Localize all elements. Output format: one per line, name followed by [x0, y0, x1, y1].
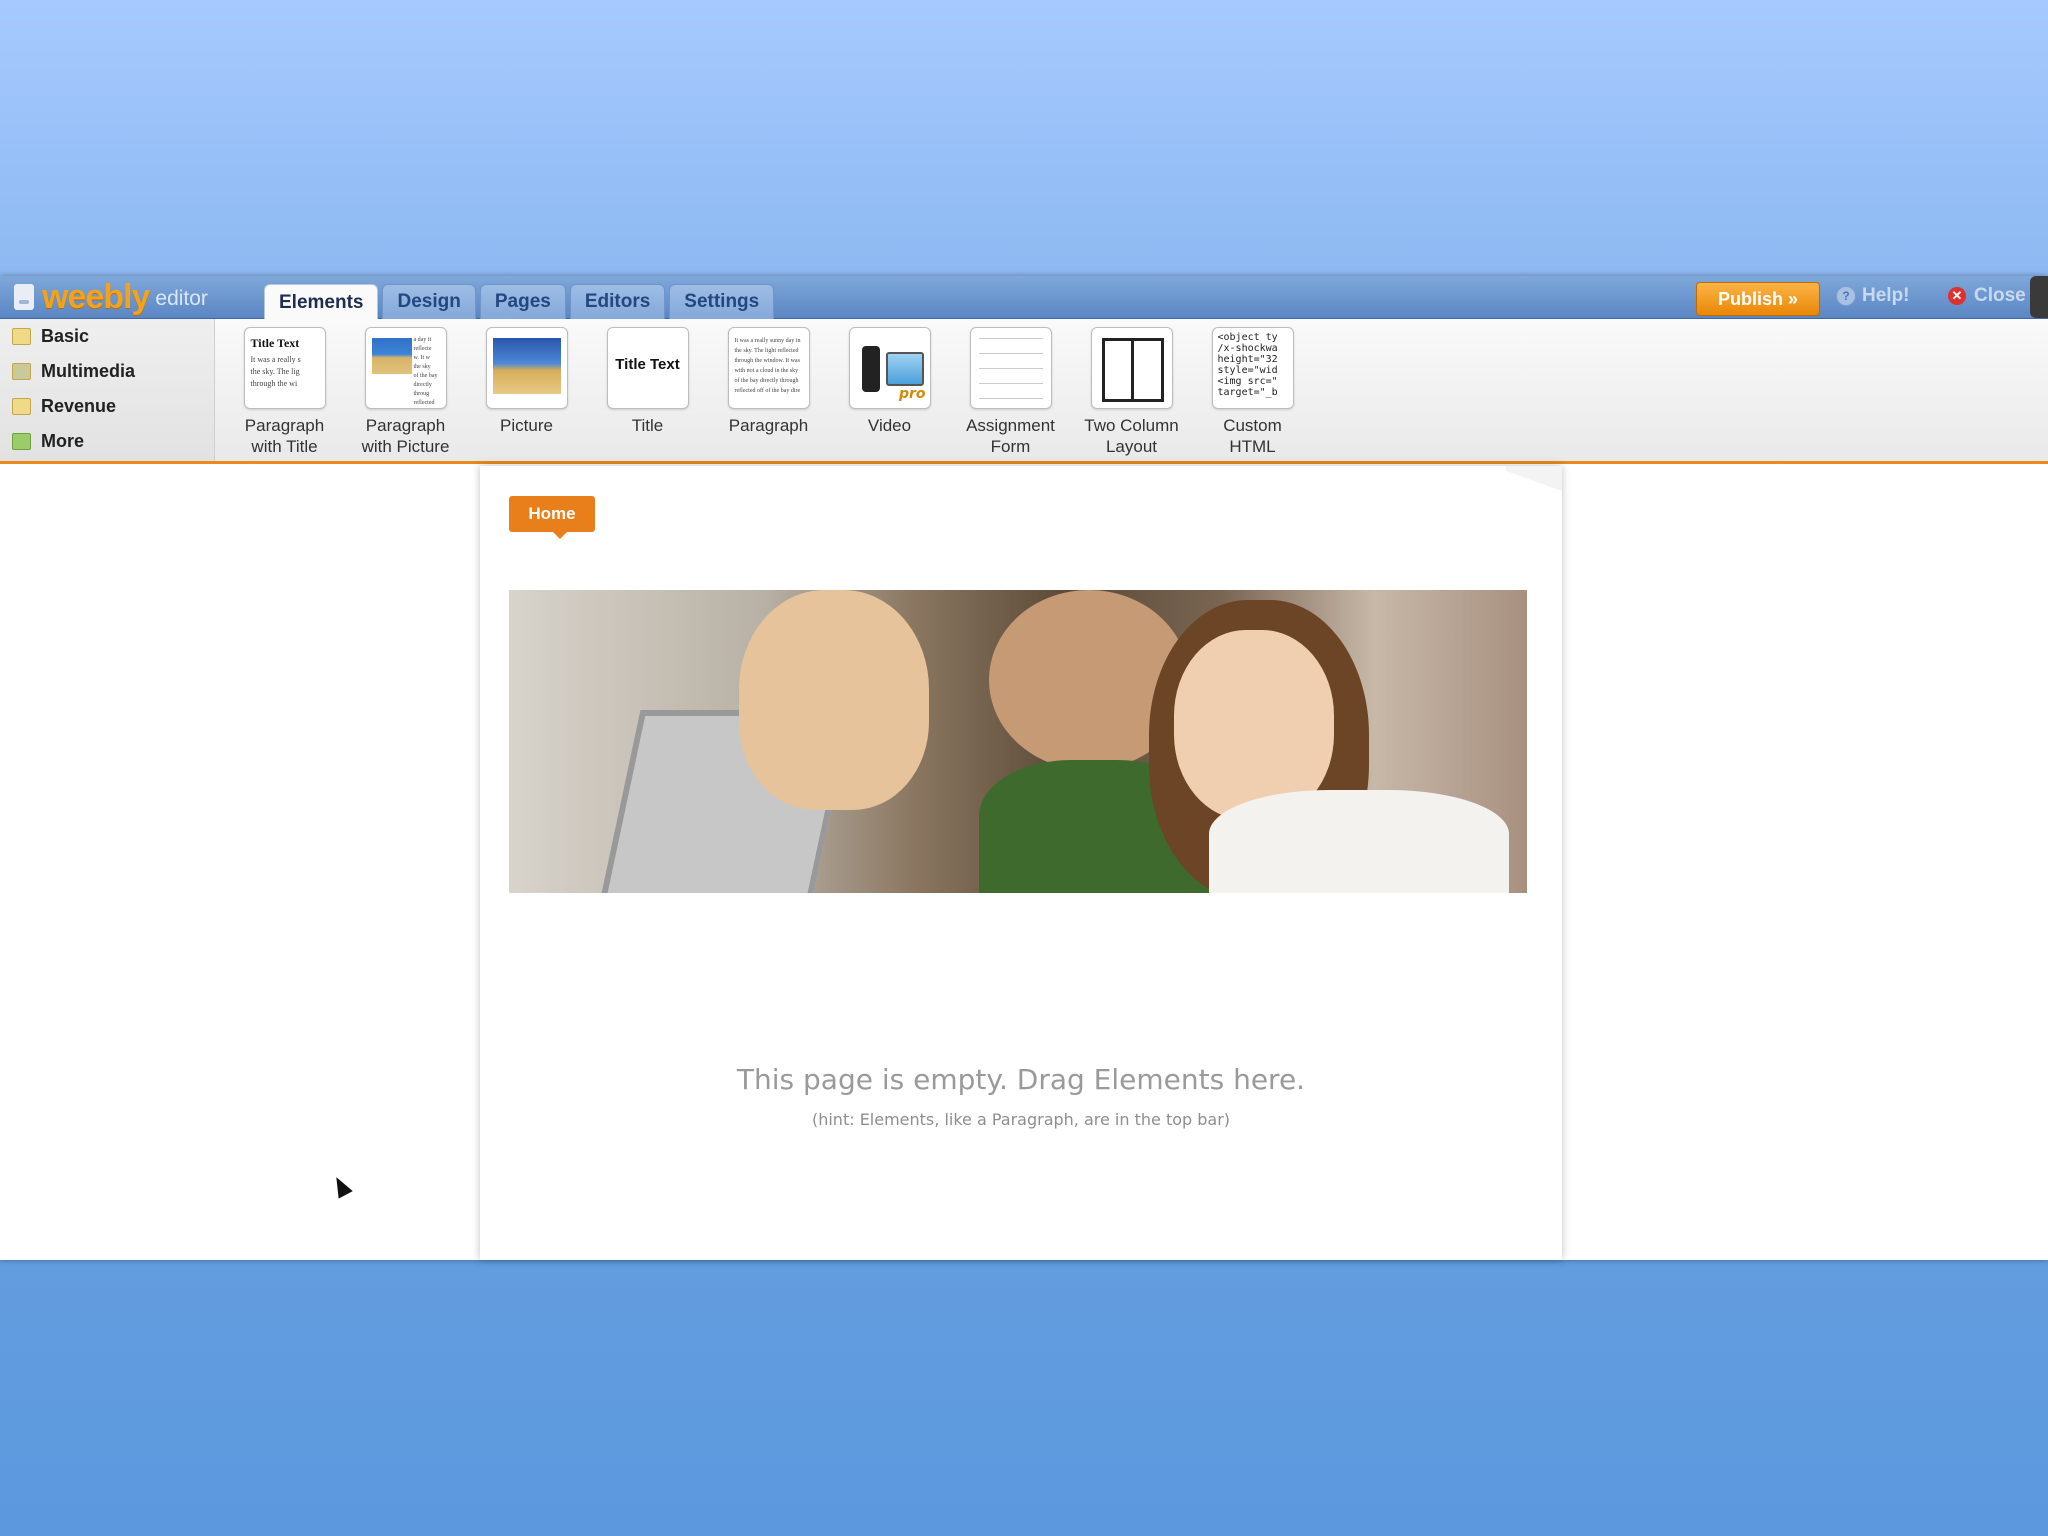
close-button[interactable]: ✕ Close [1948, 285, 2026, 307]
picture-thumbnail [485, 327, 568, 409]
thumb-text: a day it reflecte w. It w the sky of the… [413, 337, 438, 406]
form-thumbnail [969, 327, 1052, 409]
paragraph-title-thumbnail: Title Text It was a really s the sky. Th… [243, 327, 326, 409]
category-label: More [41, 431, 85, 451]
category-multimedia[interactable]: Multimedia [0, 354, 214, 389]
element-label: Paragraph [728, 416, 809, 435]
folder-icon [12, 398, 31, 415]
title-thumbnail: Title Text [606, 327, 689, 409]
element-label: Paragraph with Picture [361, 416, 450, 456]
element-label: Video [867, 416, 912, 435]
thumb-title: Title Text [615, 356, 680, 373]
tab-design[interactable]: Design [382, 284, 476, 319]
close-icon: ✕ [1948, 287, 1966, 305]
video-thumbnail: pro [848, 327, 931, 409]
logo-brand: weebly [42, 277, 150, 316]
category-label: Revenue [41, 396, 117, 416]
element-paragraph-with-picture[interactable]: a day it reflecte w. It w the sky of the… [345, 327, 466, 457]
logo-subtitle: editor [155, 287, 208, 310]
tab-settings[interactable]: Settings [669, 284, 775, 319]
paragraph-picture-thumbnail: a day it reflecte w. It w the sky of the… [364, 327, 447, 409]
beach-picture-icon [371, 338, 412, 374]
arrow-icon [12, 433, 31, 450]
element-label: Paragraph with Title [244, 416, 325, 456]
close-label: Close [1974, 285, 2026, 306]
folder-icon [12, 328, 31, 345]
nav-home-tab[interactable]: Home [509, 496, 595, 539]
thumb-text: It was a really s the sky. The lig throu… [250, 355, 301, 388]
empty-page-message: This page is empty. Drag Elements here. [736, 1063, 1306, 1096]
tab-elements[interactable]: Elements [264, 284, 379, 320]
film-icon [12, 363, 31, 380]
element-label: Assignment Form [966, 416, 1055, 456]
landscape-icon [492, 338, 561, 394]
form-lines-icon [978, 338, 1043, 399]
paragraph-thumbnail: It was a really sunny day in the sky. Th… [727, 327, 810, 409]
category-basic[interactable]: Basic [0, 319, 214, 354]
top-bar: weebly editor Elements Design Pages Edit… [0, 276, 2048, 320]
element-custom-html[interactable]: <object ty /x-shockwa height="32 style="… [1192, 327, 1313, 457]
element-label: Title [631, 416, 664, 435]
empty-page-hint: (hint: Elements, like a Paragraph, are i… [811, 1110, 1231, 1129]
help-icon: ? [1836, 286, 1856, 306]
two-column-icon [1101, 338, 1164, 402]
page-corner-fold [1506, 466, 1562, 496]
video-camera-icon [861, 346, 880, 392]
element-label: Custom HTML [1223, 416, 1282, 456]
pro-badge: pro [898, 386, 926, 402]
category-more[interactable]: More [0, 424, 214, 459]
editor-window: weebly editor Elements Design Pages Edit… [0, 276, 2048, 1260]
columns-thumbnail [1090, 327, 1173, 409]
tab-pages[interactable]: Pages [479, 284, 566, 319]
tab-editors[interactable]: Editors [569, 284, 666, 319]
category-revenue[interactable]: Revenue [0, 389, 214, 424]
category-list: Basic Multimedia Revenue More [0, 319, 215, 461]
window-edge [2030, 276, 2048, 318]
weebly-logo: weebly editor [14, 277, 208, 316]
elements-toolbar: Basic Multimedia Revenue More Title Text… [0, 319, 2048, 464]
logo-icon [14, 284, 34, 310]
element-assignment-form[interactable]: Assignment Form [950, 327, 1071, 457]
page-canvas[interactable]: Home This page is empty. Drag Elements h… [480, 466, 1562, 1260]
category-label: Multimedia [41, 361, 136, 381]
element-label: Two Column Layout [1084, 416, 1179, 456]
help-label: Help! [1862, 285, 1910, 306]
face-shape [739, 590, 929, 810]
publish-button[interactable]: Publish » [1696, 282, 1820, 316]
element-picture[interactable]: Picture [466, 327, 587, 457]
html-thumbnail: <object ty /x-shockwa height="32 style="… [1211, 327, 1294, 409]
code-snippet: <object ty /x-shockwa height="32 style="… [1217, 332, 1278, 398]
header-banner-image[interactable] [509, 590, 1527, 893]
shirt-shape [1209, 790, 1509, 893]
main-tabs: Elements Design Pages Editors Settings [264, 284, 775, 320]
element-label: Picture [500, 416, 553, 435]
help-button[interactable]: ? Help! [1836, 285, 1910, 307]
element-two-column-layout[interactable]: Two Column Layout [1071, 327, 1192, 457]
element-video[interactable]: pro Video [829, 327, 950, 457]
element-paragraph-with-title[interactable]: Title Text It was a really s the sky. Th… [224, 327, 345, 457]
element-paragraph[interactable]: It was a really sunny day in the sky. Th… [708, 327, 829, 457]
element-palette: Title Text It was a really s the sky. Th… [224, 327, 1313, 457]
thumb-title: Title Text [250, 336, 300, 350]
thumb-text: It was a really sunny day in the sky. Th… [734, 338, 801, 394]
screen-icon [885, 352, 924, 386]
category-label: Basic [41, 326, 90, 346]
element-title[interactable]: Title Text Title [587, 327, 708, 457]
